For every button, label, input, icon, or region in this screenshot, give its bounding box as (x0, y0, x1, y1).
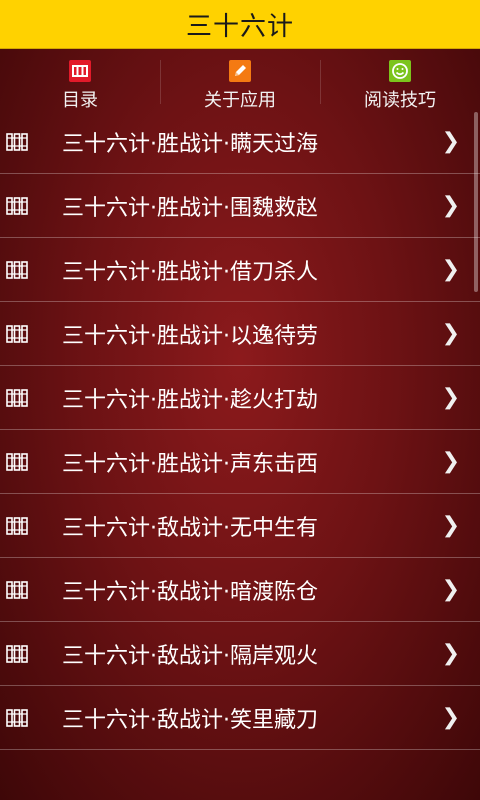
list-item-title: 三十六计·胜战计·以逸待劳 (62, 323, 318, 349)
book-icon (6, 260, 28, 284)
list-item[interactable]: 三十六计·胜战计·围魏救赵 ❯ (0, 174, 480, 238)
toolbar: 目录 关于应用 阅读技巧 (0, 48, 480, 114)
book-icon (6, 132, 28, 156)
list-item[interactable]: 三十六计·胜战计·借刀杀人 ❯ (0, 238, 480, 302)
chevron-right-icon: ❯ (441, 129, 460, 154)
list-item[interactable]: 三十六计·胜战计·瞒天过海 ❯ (0, 110, 480, 174)
list-item-title: 三十六计·胜战计·围魏救赵 (62, 195, 318, 221)
chevron-right-icon: ❯ (441, 513, 460, 538)
about-app-label: 关于应用 (204, 90, 276, 111)
book-icon (6, 388, 28, 412)
chevron-right-icon: ❯ (441, 257, 460, 282)
chevron-right-icon: ❯ (441, 385, 460, 410)
list-item[interactable]: 三十六计·敌战计·无中生有 ❯ (0, 494, 480, 558)
list-item[interactable]: 三十六计·敌战计·笑里藏刀 ❯ (0, 686, 480, 750)
chevron-right-icon: ❯ (441, 449, 460, 474)
list-item[interactable]: 三十六计·敌战计·暗渡陈仓 ❯ (0, 558, 480, 622)
list-item-title: 三十六计·敌战计·笑里藏刀 (62, 707, 318, 733)
catalog-icon (69, 60, 91, 82)
book-icon (6, 324, 28, 348)
chevron-right-icon: ❯ (441, 577, 460, 602)
list-item-title: 三十六计·敌战计·隔岸观火 (62, 643, 318, 669)
list-item[interactable]: 三十六计·胜战计·以逸待劳 ❯ (0, 302, 480, 366)
reading-tips-label: 阅读技巧 (364, 90, 436, 111)
list-item-title: 三十六计·胜战计·借刀杀人 (62, 259, 318, 285)
book-icon (6, 580, 28, 604)
list-item[interactable]: 三十六计·胜战计·声东击西 ❯ (0, 430, 480, 494)
book-icon (6, 708, 28, 732)
book-icon (6, 196, 28, 220)
title-bar: 三十六计 (0, 0, 480, 49)
list-item-title: 三十六计·敌战计·无中生有 (62, 515, 318, 541)
list-item-title: 三十六计·胜战计·声东击西 (62, 451, 318, 477)
about-app-button[interactable]: 关于应用 (160, 48, 320, 114)
book-icon (6, 516, 28, 540)
chevron-right-icon: ❯ (441, 705, 460, 730)
smiley-icon (389, 60, 411, 82)
chevron-right-icon: ❯ (441, 321, 460, 346)
list-item-title: 三十六计·胜战计·瞒天过海 (62, 131, 318, 157)
strategy-list: 三十六计·胜战计·瞒天过海 ❯ 三十六计·胜战计·围魏救赵 ❯ 三十六计·胜战计… (0, 110, 480, 750)
list-item-title: 三十六计·胜战计·趁火打劫 (62, 387, 318, 413)
scrollbar[interactable] (474, 112, 478, 292)
chevron-right-icon: ❯ (441, 193, 460, 218)
chevron-right-icon: ❯ (441, 641, 460, 666)
pencil-icon (229, 60, 251, 82)
book-icon (6, 644, 28, 668)
book-icon (6, 452, 28, 476)
list-item[interactable]: 三十六计·胜战计·趁火打劫 ❯ (0, 366, 480, 430)
list-item[interactable]: 三十六计·敌战计·隔岸观火 ❯ (0, 622, 480, 686)
page-title: 三十六计 (185, 11, 294, 42)
list-item-title: 三十六计·敌战计·暗渡陈仓 (62, 579, 318, 605)
catalog-label: 目录 (62, 90, 98, 111)
reading-tips-button[interactable]: 阅读技巧 (320, 48, 480, 114)
catalog-button[interactable]: 目录 (0, 48, 160, 114)
